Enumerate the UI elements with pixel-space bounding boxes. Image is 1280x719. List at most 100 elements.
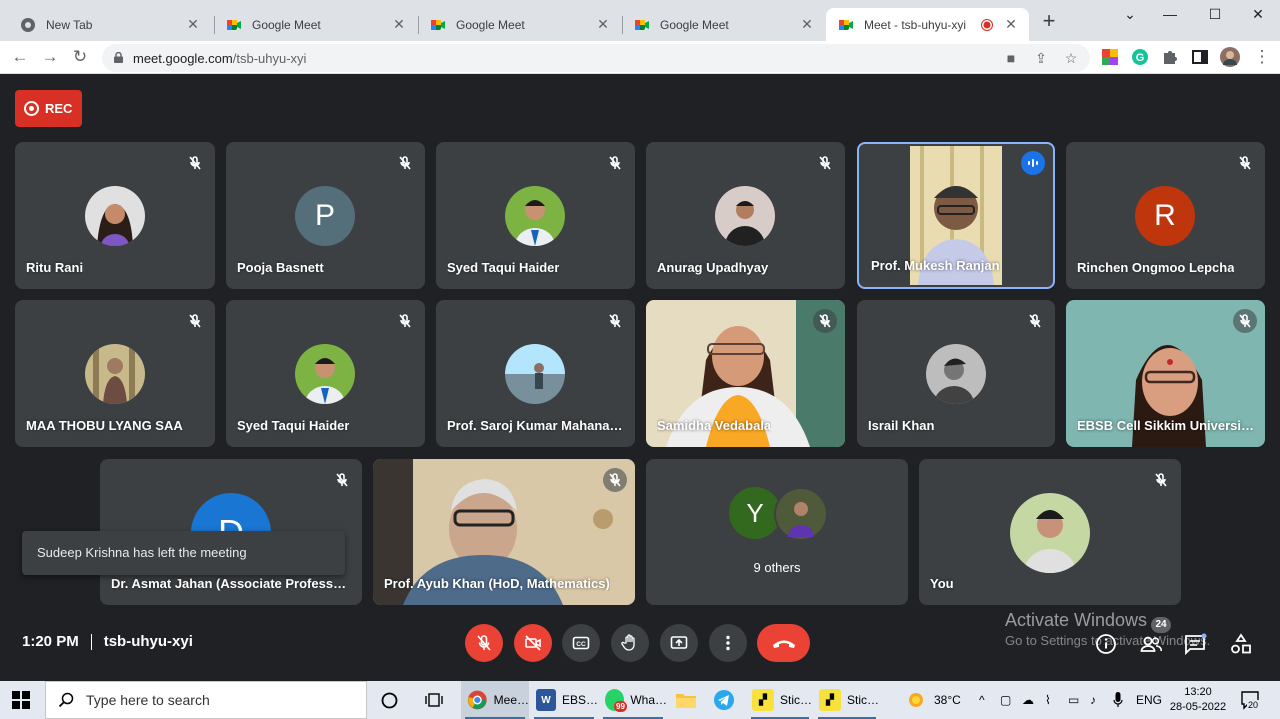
participant-tile-active-speaker[interactable]: Prof. Mukesh Ranjan — [857, 142, 1055, 289]
extensions-puzzle-icon[interactable] — [1161, 48, 1179, 66]
meet-icon — [839, 19, 853, 30]
grammarly-icon[interactable]: G — [1131, 48, 1149, 66]
taskbar-app-sticky-notes[interactable]: ▞ Stic… — [747, 681, 813, 719]
close-tab-icon[interactable]: ✕ — [1003, 16, 1019, 33]
participant-tile[interactable]: P Pooja Basnett — [226, 142, 425, 289]
meeting-details-info-icon[interactable] — [1094, 632, 1118, 656]
activities-icon[interactable] — [1229, 632, 1253, 656]
participant-tile[interactable]: MAA THOBU LYANG SAA — [15, 300, 215, 447]
chrome-menu-icon[interactable]: ⋮ — [1252, 47, 1272, 67]
others-count-label: 9 others — [753, 560, 801, 575]
weather-widget[interactable]: 38°C — [906, 681, 961, 719]
taskbar-app-label: Stic… — [847, 693, 880, 707]
close-window-button[interactable]: ✕ — [1248, 6, 1268, 23]
close-tab-icon[interactable]: ✕ — [595, 16, 611, 33]
participant-name: Prof. Saroj Kumar Mahana… — [447, 418, 623, 433]
chrome-icon — [21, 17, 35, 32]
participant-tile[interactable]: Anurag Upadhyay — [646, 142, 845, 289]
participant-tile[interactable]: Israil Khan — [857, 300, 1055, 447]
share-icon[interactable]: ⇪ — [1032, 49, 1050, 67]
browser-toolbar: ← → ↻ meet.google.com/tsb-uhyu-xyi ■ ⇪ ☆… — [0, 41, 1280, 74]
taskbar-clock[interactable]: 13:20 28-05-2022 — [1168, 685, 1228, 715]
tab-google-meet-2[interactable]: Google Meet ✕ — [418, 8, 621, 41]
mic-off-icon — [813, 309, 837, 333]
mic-off-button[interactable] — [465, 624, 503, 662]
close-tab-icon[interactable]: ✕ — [391, 16, 407, 33]
people-icon[interactable] — [1139, 632, 1163, 656]
search-icon — [58, 692, 74, 708]
tab-search-icon[interactable]: ⌄ — [1120, 6, 1140, 23]
volume-icon[interactable]: ♪ — [1090, 681, 1096, 719]
tab-google-meet-3[interactable]: Google Meet ✕ — [622, 8, 825, 41]
windows-start-icon[interactable] — [12, 691, 30, 709]
raise-hand-button[interactable] — [611, 624, 649, 662]
participant-name: Anurag Upadhyay — [657, 260, 769, 275]
mic-off-icon — [603, 309, 627, 333]
reload-button[interactable]: ↻ — [70, 47, 90, 67]
bookmark-star-icon[interactable]: ☆ — [1062, 49, 1080, 67]
tray-chevron-icon[interactable]: ^ — [979, 681, 985, 719]
recording-badge[interactable]: REC — [15, 90, 82, 127]
word-icon: W — [536, 689, 556, 711]
tab-new-tab[interactable]: New Tab ✕ — [8, 8, 211, 41]
close-tab-icon[interactable]: ✕ — [185, 16, 201, 33]
minimize-button[interactable]: — — [1160, 6, 1180, 22]
taskbar-search-box[interactable]: Type here to search — [45, 681, 367, 719]
meet-tray-icon[interactable]: ▢ — [1000, 681, 1011, 719]
input-language[interactable]: ENG — [1136, 681, 1162, 719]
more-options-button[interactable] — [709, 624, 747, 662]
self-tile[interactable]: You — [919, 459, 1181, 605]
sticky-notes-icon: ▞ — [819, 689, 841, 711]
camera-off-button[interactable] — [514, 624, 552, 662]
leave-call-button[interactable] — [757, 624, 810, 662]
camera-in-use-icon[interactable]: ■ — [1002, 49, 1020, 67]
windows-taskbar: Type here to search Mee… W EBS… 99 Wha… … — [0, 681, 1280, 719]
close-tab-icon[interactable]: ✕ — [799, 16, 815, 33]
chat-icon[interactable] — [1183, 632, 1207, 656]
forward-button[interactable]: → — [40, 47, 60, 67]
participant-tile[interactable]: Syed Taqui Haider — [436, 142, 635, 289]
others-tile[interactable]: Y 9 others — [646, 459, 908, 605]
task-view-icon[interactable] — [425, 692, 443, 708]
profile-avatar-icon[interactable] — [1220, 47, 1240, 67]
taskbar-app-sticky-notes-2[interactable]: ▞ Stic… — [814, 681, 880, 719]
microphone-in-use-icon[interactable] — [1113, 681, 1123, 719]
mic-off-icon — [183, 309, 207, 333]
cortana-icon[interactable] — [381, 692, 398, 709]
participant-tile[interactable]: Syed Taqui Haider — [226, 300, 425, 447]
color-picker-extension-icon[interactable] — [1101, 48, 1119, 66]
tab-google-meet-1[interactable]: Google Meet ✕ — [214, 8, 417, 41]
participant-tile[interactable]: Prof. Saroj Kumar Mahana… — [436, 300, 635, 447]
participant-count-badge: 24 — [1151, 617, 1171, 633]
mic-off-icon — [477, 635, 491, 651]
meet-icon — [635, 19, 649, 30]
taskbar-file-explorer[interactable] — [676, 681, 698, 719]
participant-tile[interactable]: EBSB Cell Sikkim Universi… — [1066, 300, 1265, 447]
participant-tile[interactable]: Ritu Rani — [15, 142, 215, 289]
svg-text:G: G — [1136, 52, 1145, 64]
avatar — [1010, 493, 1090, 573]
tab-meet-active[interactable]: Meet - tsb-uhyu-xyi ✕ — [826, 8, 1029, 41]
address-bar[interactable]: meet.google.com/tsb-uhyu-xyi ■ ⇪ ☆ — [102, 44, 1090, 72]
url-path: /tsb-uhyu-xyi — [232, 51, 307, 66]
side-panel-icon[interactable] — [1191, 48, 1209, 66]
taskbar-app-whatsapp[interactable]: 99 Wha… — [599, 681, 667, 719]
notification-center[interactable]: 20 — [1240, 681, 1262, 719]
captions-button[interactable]: CC — [562, 624, 600, 662]
onedrive-icon[interactable]: ☁ — [1022, 681, 1034, 719]
new-tab-button[interactable]: + — [1038, 10, 1060, 32]
present-screen-button[interactable] — [660, 624, 698, 662]
taskbar-app-word[interactable]: W EBS… — [530, 681, 598, 719]
back-button[interactable]: ← — [10, 47, 30, 67]
mic-off-icon — [183, 151, 207, 175]
participant-tile[interactable]: Prof. Ayub Khan (HoD, Mathematics) — [373, 459, 635, 605]
rec-label: REC — [45, 101, 73, 116]
participant-name: MAA THOBU LYANG SAA — [26, 418, 183, 433]
participant-tile[interactable]: Samidha Vedabala — [646, 300, 845, 447]
participant-tile[interactable]: R Rinchen Ongmoo Lepcha — [1066, 142, 1265, 289]
maximize-button[interactable]: ☐ — [1205, 6, 1225, 23]
taskbar-telegram[interactable] — [714, 681, 736, 719]
taskbar-app-chrome[interactable]: Mee… — [461, 681, 529, 719]
network-icon[interactable]: ⌇ — [1045, 681, 1051, 719]
battery-icon[interactable]: ▭ — [1068, 681, 1079, 719]
